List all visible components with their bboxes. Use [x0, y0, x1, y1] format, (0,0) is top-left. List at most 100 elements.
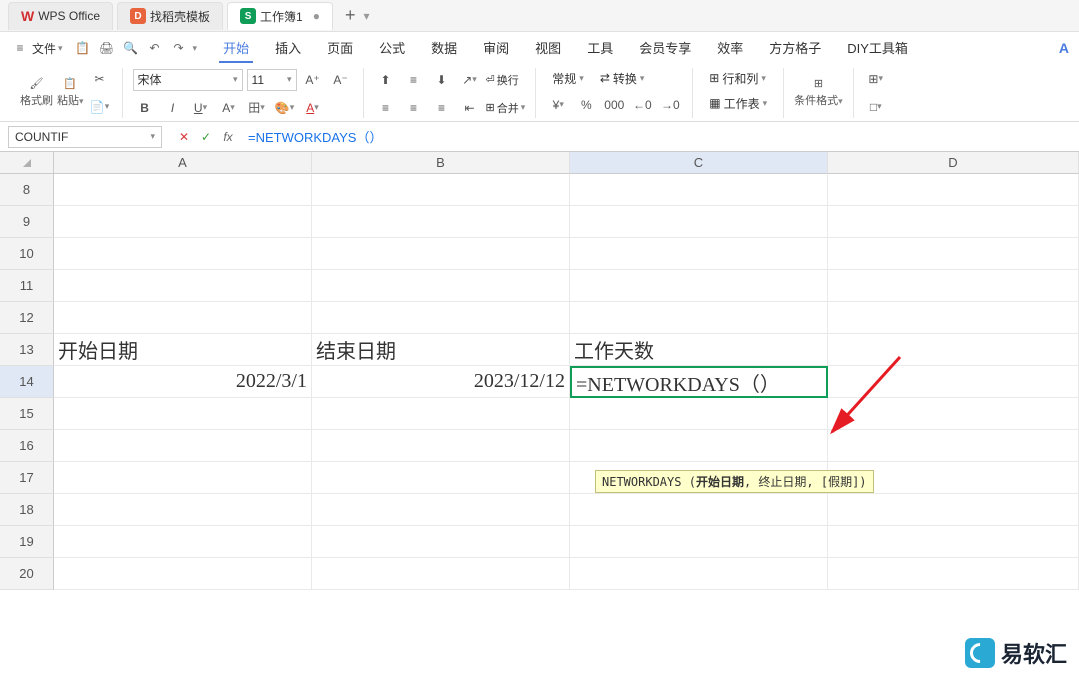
cell[interactable] — [828, 174, 1079, 206]
cell[interactable] — [570, 270, 828, 302]
row-header[interactable]: 11 — [0, 270, 54, 302]
col-header[interactable]: C — [570, 152, 828, 174]
row-header[interactable]: 18 — [0, 494, 54, 526]
cell[interactable] — [312, 302, 570, 334]
tab-start[interactable]: 开始 — [219, 34, 253, 63]
cell[interactable] — [312, 206, 570, 238]
align-bottom-icon[interactable]: ⬇ — [430, 68, 454, 92]
currency-icon[interactable]: ¥▾ — [546, 93, 570, 117]
save-icon[interactable]: 📋 — [73, 38, 93, 58]
undo-icon[interactable]: ↶ — [145, 38, 165, 58]
merge-button[interactable]: ⊞合并▾ — [486, 100, 526, 116]
row-header[interactable]: 19 — [0, 526, 54, 558]
orientation-icon[interactable]: ↗▾ — [458, 68, 482, 92]
cell[interactable] — [54, 302, 312, 334]
tab-data[interactable]: 数据 — [427, 34, 461, 63]
cell[interactable] — [828, 558, 1079, 590]
cell[interactable] — [54, 430, 312, 462]
cell-A14[interactable]: 2022/3/1 — [54, 366, 312, 398]
comma-icon[interactable]: 000 — [602, 93, 626, 117]
tab-page[interactable]: 页面 — [323, 34, 357, 63]
cell[interactable] — [570, 558, 828, 590]
tab-review[interactable]: 审阅 — [479, 34, 513, 63]
cell[interactable] — [570, 430, 828, 462]
tab-tools[interactable]: 工具 — [583, 34, 617, 63]
cond-format-button[interactable]: ⊞ 条件格式▾ — [794, 77, 843, 108]
cell[interactable] — [312, 462, 570, 494]
row-header[interactable]: 9 — [0, 206, 54, 238]
cell[interactable] — [828, 398, 1079, 430]
cell[interactable] — [828, 526, 1079, 558]
cell[interactable] — [54, 462, 312, 494]
title-tab-workbook[interactable]: S 工作簿1 ● — [227, 2, 333, 30]
tab-member[interactable]: 会员专享 — [635, 34, 695, 63]
cell-A13[interactable]: 开始日期 — [54, 334, 312, 366]
tab-fanggezi[interactable]: 方方格子 — [765, 34, 825, 63]
cell[interactable] — [312, 558, 570, 590]
print-icon[interactable]: 🖨 — [97, 38, 117, 58]
cell[interactable] — [828, 270, 1079, 302]
row-header[interactable]: 12 — [0, 302, 54, 334]
title-tab-template[interactable]: D 找稻壳模板 — [117, 2, 223, 30]
cancel-icon[interactable]: ✕ — [176, 130, 192, 144]
cell[interactable] — [570, 238, 828, 270]
strikethrough-icon[interactable]: A▾ — [217, 96, 241, 120]
cell[interactable] — [54, 398, 312, 430]
italic-icon[interactable]: I — [161, 96, 185, 120]
cell[interactable] — [54, 174, 312, 206]
row-header[interactable]: 16 — [0, 430, 54, 462]
align-right-icon[interactable]: ≡ — [430, 96, 454, 120]
tab-menu-icon[interactable]: ▾ — [363, 9, 369, 23]
file-menu[interactable]: ≡ 文件 ▾ — [10, 38, 63, 58]
cell-B14[interactable]: 2023/12/12 — [312, 366, 570, 398]
cell-B13[interactable]: 结束日期 — [312, 334, 570, 366]
chevron-down-icon[interactable]: ▾ — [193, 43, 198, 54]
cut-icon[interactable]: ✂ — [88, 67, 112, 91]
convert-button[interactable]: ⇄转换 ▾ — [594, 68, 651, 89]
redo-icon[interactable]: ↷ — [169, 38, 189, 58]
row-header[interactable]: 8 — [0, 174, 54, 206]
font-color-icon[interactable]: A▾ — [301, 96, 325, 120]
row-header[interactable]: 13 — [0, 334, 54, 366]
align-center-icon[interactable]: ≡ — [402, 96, 426, 120]
font-select[interactable]: 宋体 ▾ — [133, 69, 243, 91]
rows-cols-button[interactable]: ⊞行和列▾ — [703, 68, 772, 89]
number-format-select[interactable]: 常规 ▾ — [546, 68, 590, 89]
cell[interactable] — [828, 494, 1079, 526]
col-header[interactable]: B — [312, 152, 570, 174]
cell[interactable] — [312, 526, 570, 558]
cell[interactable] — [570, 494, 828, 526]
percent-icon[interactable]: % — [574, 93, 598, 117]
size-select[interactable]: 11 ▾ — [247, 69, 297, 91]
cell-C13[interactable]: 工作天数 — [570, 334, 828, 366]
confirm-icon[interactable]: ✓ — [198, 130, 214, 144]
tab-insert[interactable]: 插入 — [271, 34, 305, 63]
row-header[interactable]: 10 — [0, 238, 54, 270]
bold-icon[interactable]: B — [133, 96, 157, 120]
cell[interactable] — [570, 302, 828, 334]
tab-view[interactable]: 视图 — [531, 34, 565, 63]
paste-button[interactable]: 📋 粘贴▾ — [57, 77, 84, 108]
cell[interactable] — [828, 302, 1079, 334]
align-top-icon[interactable]: ⬆ — [374, 68, 398, 92]
cell[interactable] — [312, 174, 570, 206]
row-header[interactable]: 15 — [0, 398, 54, 430]
col-header[interactable]: A — [54, 152, 312, 174]
cell[interactable] — [54, 206, 312, 238]
cell[interactable] — [828, 334, 1079, 366]
row-header[interactable]: 17 — [0, 462, 54, 494]
copy-icon[interactable]: 📄▾ — [88, 95, 112, 119]
cell[interactable] — [828, 366, 1079, 398]
cell[interactable] — [312, 494, 570, 526]
cell[interactable] — [54, 558, 312, 590]
cell[interactable] — [828, 238, 1079, 270]
cell[interactable] — [570, 206, 828, 238]
cell[interactable] — [312, 398, 570, 430]
increase-font-icon[interactable]: A⁺ — [301, 68, 325, 92]
tab-efficiency[interactable]: 效率 — [713, 34, 747, 63]
cell[interactable] — [828, 430, 1079, 462]
cell-name-box[interactable]: COUNTIF ▾ — [8, 126, 162, 148]
align-left-icon[interactable]: ≡ — [374, 96, 398, 120]
worksheet-button[interactable]: ▦工作表▾ — [703, 93, 773, 114]
cell[interactable] — [54, 526, 312, 558]
